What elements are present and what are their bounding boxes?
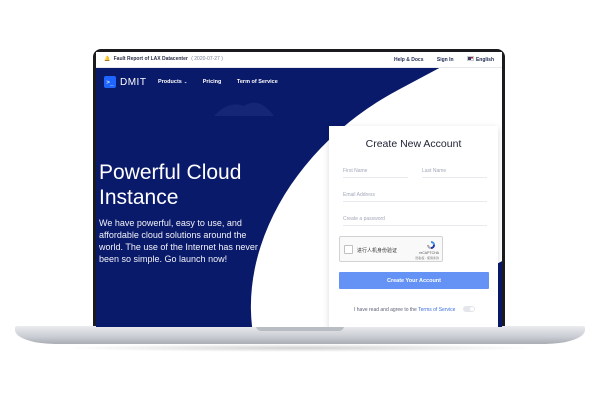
hero-subtext: We have powerful, easy to use, and affor… [99, 218, 258, 264]
notice-date: ( 2020-07-27 ) [191, 56, 223, 62]
recaptcha-widget: 进行人机身份验证 reCAPTCHA 隐私权 - 使用条款 [339, 236, 443, 262]
last-name-field[interactable]: Last Name [422, 166, 487, 178]
us-flag-icon [466, 56, 474, 61]
nav-item-pricing[interactable]: Pricing [203, 79, 222, 85]
terms-agreement: I have read and agree to the Terms of Se… [354, 307, 455, 313]
terminal-icon: >_ [104, 76, 116, 88]
email-field[interactable]: Email Address [343, 190, 487, 202]
laptop-screen: 🔔 Fault Report of LAX Datacenter ( 2020-… [96, 52, 502, 327]
bell-icon: 🔔 [104, 56, 111, 62]
captcha-links[interactable]: 隐私权 - 使用条款 [415, 256, 439, 260]
help-docs-link[interactable]: Help & Docs [394, 57, 423, 63]
create-account-button[interactable]: Create Your Account [339, 272, 489, 289]
password-field[interactable]: Create a password [343, 214, 487, 226]
brand-name: DMIT [120, 76, 147, 88]
announcement-bar: 🔔 Fault Report of LAX Datacenter ( 2020-… [96, 52, 502, 68]
signup-card: Create New Account First Name Last Name … [329, 126, 498, 327]
recaptcha-icon [427, 241, 435, 249]
cloud-decoration-icon [214, 102, 274, 116]
chevron-down-icon: ⌄ [183, 79, 188, 84]
nav-item-label: Products [158, 79, 182, 85]
laptop-shadow [60, 344, 540, 352]
captcha-label: 进行人机身份验证 [357, 248, 398, 254]
notice-title: Fault Report of LAX Datacenter [113, 56, 188, 62]
agree-text: I have read and agree to the [354, 307, 417, 313]
fault-notice[interactable]: 🔔 Fault Report of LAX Datacenter ( 2020-… [104, 56, 223, 62]
signup-title: Create New Account [365, 138, 462, 150]
captcha-brand: reCAPTCHA [419, 251, 439, 255]
language-label: English [475, 57, 494, 63]
terms-link[interactable]: Terms of Service [418, 307, 455, 313]
top-links: Help & Docs Sign In English [382, 56, 494, 63]
nav-item-terms[interactable]: Term of Service [237, 79, 278, 85]
nav-item-products[interactable]: Products ⌄ [158, 79, 187, 85]
sign-in-link[interactable]: Sign In [437, 57, 454, 63]
agree-toggle[interactable] [463, 306, 475, 312]
captcha-checkbox[interactable] [344, 245, 353, 254]
first-name-field[interactable]: First Name [343, 166, 408, 178]
hero-headline: Powerful Cloud Instance [99, 161, 242, 209]
language-switcher[interactable]: English [466, 56, 494, 63]
sign-up-button[interactable]: Sign Up [470, 75, 496, 89]
main-nav: Products ⌄ Pricing Term of Service [158, 79, 292, 85]
hero-section: >_ DMIT Products ⌄ Pricing Term of Servic… [96, 68, 502, 327]
dmit-logo[interactable]: >_ DMIT [104, 76, 146, 88]
